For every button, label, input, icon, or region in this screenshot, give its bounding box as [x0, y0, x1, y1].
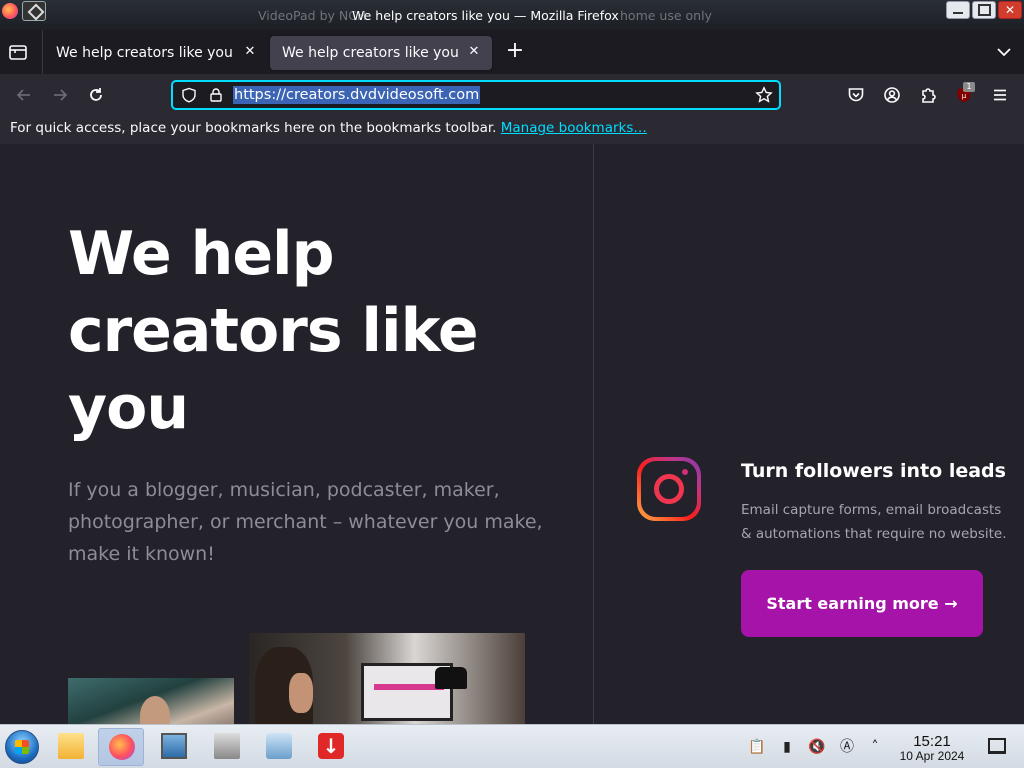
- volume-muted-icon[interactable]: 🔇: [808, 738, 826, 756]
- start-menu-button[interactable]: [5, 730, 39, 764]
- taskbar-file-manager[interactable]: [48, 728, 94, 766]
- pocket-button[interactable]: [845, 84, 867, 106]
- firefox-icon: [109, 734, 135, 760]
- list-all-tabs-button[interactable]: [994, 42, 1014, 62]
- extensions-button[interactable]: [917, 84, 939, 106]
- clipboard-tray-icon[interactable]: 📋: [748, 738, 766, 756]
- puzzle-icon: [922, 88, 936, 103]
- bookmarks-toolbar-hint: For quick access, place your bookmarks h…: [10, 120, 501, 136]
- tracking-protection-shield-icon[interactable]: [181, 87, 197, 103]
- bookmarks-toolbar: For quick access, place your bookmarks h…: [0, 116, 1024, 144]
- taskbar-downloader[interactable]: ↓: [308, 728, 354, 766]
- tab-label: We help creators like you: [282, 45, 459, 61]
- show-desktop-button[interactable]: [988, 738, 1006, 754]
- column-divider: [593, 144, 594, 724]
- close-tab-icon[interactable]: ✕: [466, 44, 482, 60]
- svg-text:μ: μ: [962, 92, 967, 100]
- pocket-icon: [848, 88, 864, 102]
- chevron-down-icon: [997, 48, 1011, 57]
- feature-title: Turn followers into leads: [741, 460, 1006, 482]
- reload-icon: [90, 88, 102, 101]
- extension-badge: 1: [963, 82, 975, 92]
- minimize-button[interactable]: [946, 1, 970, 19]
- hamburger-menu-icon: [994, 89, 1006, 101]
- arrow-left-icon: [16, 89, 30, 101]
- taskbar: ↓ 📋 ▮ 🔇 Ⓐ ˄ 15:21 10 Apr 2024: [0, 724, 1024, 768]
- folder-icon: [58, 733, 84, 759]
- close-tab-icon[interactable]: ✕: [242, 44, 258, 60]
- firefox-view-icon: [9, 45, 27, 60]
- forward-button[interactable]: [49, 84, 71, 106]
- system-monitor-icon: [161, 733, 187, 759]
- lock-icon[interactable]: [208, 87, 224, 103]
- close-window-button[interactable]: [998, 1, 1022, 19]
- arrow-right-icon: [54, 89, 68, 101]
- hero-subtitle: If you a blogger, musician, podcaster, m…: [68, 479, 543, 565]
- start-earning-button[interactable]: Start earning more →: [741, 570, 983, 637]
- account-button[interactable]: [881, 84, 903, 106]
- window-titlebar: VideoPad by NCH home use only We help cr…: [0, 0, 1024, 30]
- firefox-view-button[interactable]: [8, 42, 30, 64]
- hero-title: We help creators like you: [68, 219, 479, 443]
- reload-button[interactable]: [85, 84, 107, 106]
- taskbar-system-monitor[interactable]: [151, 728, 197, 766]
- taskbar-videopad[interactable]: [204, 728, 250, 766]
- battery-tray-icon[interactable]: ▮: [778, 738, 796, 756]
- tab-label: We help creators like you: [56, 45, 233, 61]
- feature-description: Email capture forms, email broadcasts & …: [741, 502, 1007, 542]
- tab-inactive[interactable]: We help creators like you ✕: [44, 36, 268, 70]
- page-content: We help creators like you If you a blogg…: [0, 144, 1024, 724]
- back-button[interactable]: [13, 84, 35, 106]
- window-title: We help creators like you — Mozilla Fire…: [352, 8, 619, 23]
- creator-photo-podcaster: [249, 633, 525, 724]
- taskbar-computer[interactable]: [256, 728, 302, 766]
- background-window-title-suffix: home use only: [620, 8, 712, 23]
- tab-active[interactable]: We help creators like you ✕: [270, 36, 492, 70]
- url-text[interactable]: https://creators.dvdvideosoft.com: [233, 86, 481, 104]
- address-bar[interactable]: https://creators.dvdvideosoft.com: [171, 80, 781, 110]
- tab-strip: We help creators like you ✕ We help crea…: [0, 30, 1024, 74]
- computer-icon: [266, 733, 292, 759]
- tab-separator: [42, 30, 43, 74]
- keep-above-icon[interactable]: [22, 1, 46, 21]
- clock-date[interactable]: 10 Apr 2024: [893, 749, 971, 763]
- bookmark-star-icon[interactable]: [755, 86, 773, 104]
- account-icon: [884, 87, 900, 103]
- taskbar-firefox[interactable]: [98, 728, 144, 766]
- navigation-toolbar: https://creators.dvdvideosoft.com μ 1: [0, 74, 1024, 116]
- new-tab-button[interactable]: +: [504, 40, 526, 63]
- videopad-icon: [214, 733, 240, 759]
- firefox-icon[interactable]: [2, 3, 18, 19]
- manage-bookmarks-link[interactable]: Manage bookmarks…: [501, 120, 647, 136]
- app-menu-button[interactable]: [989, 84, 1011, 106]
- maximize-button[interactable]: [972, 1, 996, 19]
- background-window-title: VideoPad by NCH: [258, 8, 367, 23]
- creator-photo-small: [68, 678, 234, 724]
- clock-time[interactable]: 15:21: [896, 733, 968, 750]
- download-arrow-icon: ↓: [318, 733, 344, 759]
- keyboard-layout-icon[interactable]: Ⓐ: [838, 738, 856, 756]
- tray-expand-chevron-icon[interactable]: ˄: [866, 738, 884, 756]
- instagram-icon: [637, 457, 701, 521]
- window-controls: [946, 1, 1022, 19]
